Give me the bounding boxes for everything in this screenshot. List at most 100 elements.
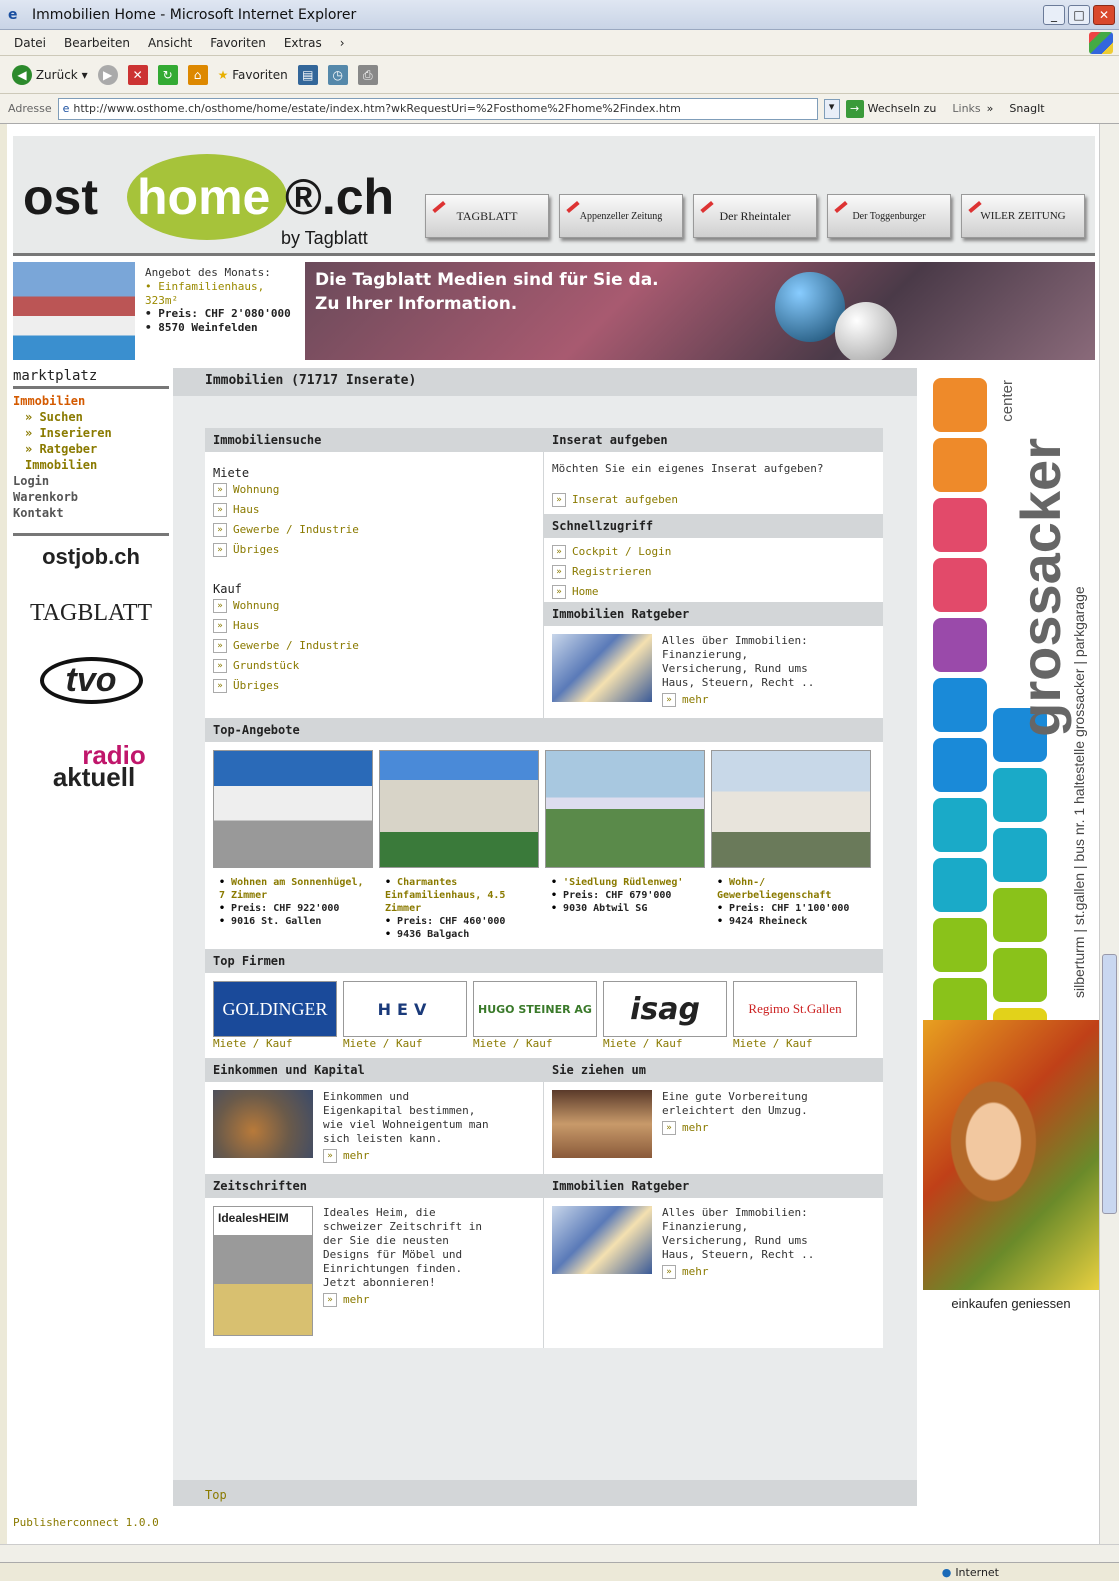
back-button[interactable]: ◀ Zurück ▾ xyxy=(12,64,88,85)
eink-more-link[interactable]: » mehr xyxy=(323,1146,493,1166)
magazine-cover[interactable]: IdealesHEIM xyxy=(213,1206,313,1336)
coins-image[interactable] xyxy=(213,1090,313,1158)
links-label[interactable]: Links xyxy=(952,102,980,115)
kauf-grundstueck-link[interactable]: » Grundstück xyxy=(205,656,543,676)
menu-favoriten[interactable]: Favoriten xyxy=(210,36,266,50)
cockpit-login-link[interactable]: » Cockpit / Login xyxy=(544,542,883,562)
inserat-link[interactable]: » Inserat aufgeben xyxy=(544,490,883,514)
media-icon[interactable]: ▤ xyxy=(297,64,318,85)
favorites-button[interactable]: ★ Favoriten xyxy=(218,68,288,82)
menu-overflow-icon[interactable]: › xyxy=(340,36,345,50)
tagblatt-logo[interactable]: TAGBLATT xyxy=(13,600,169,627)
firm-isag[interactable]: isag Miete / Kauf xyxy=(603,981,727,1050)
paper-appenzeller[interactable]: Appenzeller Zeitung xyxy=(559,194,683,238)
firm-goldinger[interactable]: GOLDINGER Miete / Kauf xyxy=(213,981,337,1050)
firm-regimo[interactable]: Regimo St.Gallen Miete / Kauf xyxy=(733,981,857,1050)
kauf-haus-link[interactable]: » Haus xyxy=(205,616,543,636)
offer-image[interactable] xyxy=(711,750,871,868)
paper-tagblatt[interactable]: TAGBLATT xyxy=(425,194,549,238)
nav-warenkorb[interactable]: Warenkorb xyxy=(13,489,169,505)
boxes-image[interactable] xyxy=(552,1090,652,1158)
tvo-logo[interactable]: tvo xyxy=(13,657,169,704)
menu-extras[interactable]: Extras xyxy=(284,36,322,50)
top-offer[interactable]: Wohnen am Sonnenhügel, 7 ZimmerPreis: CH… xyxy=(213,750,373,941)
miete-uebriges-link[interactable]: » Übriges xyxy=(205,540,543,560)
kauf-uebriges-link[interactable]: » Übriges xyxy=(205,676,543,696)
miete-wohnung-link[interactable]: » Wohnung xyxy=(205,480,543,500)
ratgeber-image[interactable] xyxy=(552,634,652,702)
chevron-right-icon[interactable]: » xyxy=(987,102,994,115)
offer-image[interactable] xyxy=(545,750,705,868)
go-button[interactable]: → Wechseln zu xyxy=(845,99,936,118)
firm-logo[interactable]: GOLDINGER xyxy=(213,981,337,1037)
firm-logo[interactable]: HEV xyxy=(343,981,467,1037)
miete-gewerbe-link[interactable]: » Gewerbe / Industrie xyxy=(205,520,543,540)
print-icon[interactable]: ⎙ xyxy=(357,64,378,85)
scroll-thumb[interactable] xyxy=(1102,954,1117,1214)
top-offer[interactable]: 'Siedlung Rüdlenweg'Preis: CHF 679'00090… xyxy=(545,750,705,941)
firm-link[interactable]: Miete / Kauf xyxy=(473,1037,597,1050)
grossacker-ad[interactable]: center grossacker silberturm | st.gallen… xyxy=(923,368,1099,1328)
offer-title[interactable]: Charmantes Einfamilienhaus, 4.5 Zimmer xyxy=(385,876,539,915)
firm-logo[interactable]: HUGO STEINER AG xyxy=(473,981,597,1037)
ratgeber2-image[interactable] xyxy=(552,1206,652,1274)
ostjob-logo[interactable]: ostjob.ch xyxy=(13,544,169,570)
forward-icon[interactable]: ▶ xyxy=(97,64,118,85)
menu-bearbeiten[interactable]: Bearbeiten xyxy=(64,36,130,50)
nav-inserieren[interactable]: » Inserieren xyxy=(13,425,169,441)
vertical-scrollbar[interactable] xyxy=(1099,124,1119,1544)
offer-title[interactable]: 'Siedlung Rüdlenweg' xyxy=(551,876,705,889)
history-icon[interactable]: ◷ xyxy=(327,64,348,85)
offer-image[interactable] xyxy=(379,750,539,868)
umzug-more-link[interactable]: » mehr xyxy=(662,1118,822,1138)
minimize-button[interactable]: _ xyxy=(1043,5,1065,25)
ratgeber2-more-link[interactable]: » mehr xyxy=(662,1262,822,1282)
firm-link[interactable]: Miete / Kauf xyxy=(343,1037,467,1050)
nav-login[interactable]: Login xyxy=(13,473,169,489)
menu-ansicht[interactable]: Ansicht xyxy=(148,36,192,50)
close-button[interactable]: ✕ xyxy=(1093,5,1115,25)
zeit-more-link[interactable]: » mehr xyxy=(323,1290,493,1310)
address-input[interactable]: e http://www.osthome.ch/osthome/home/esta… xyxy=(57,97,818,120)
stop-icon[interactable]: ✕ xyxy=(127,64,148,85)
firm-link[interactable]: Miete / Kauf xyxy=(603,1037,727,1050)
horizontal-scrollbar[interactable] xyxy=(0,1544,1119,1562)
firm-link[interactable]: Miete / Kauf xyxy=(733,1037,857,1050)
paper-toggenburger[interactable]: Der Toggenburger xyxy=(827,194,951,238)
firm-hugo-steiner[interactable]: HUGO STEINER AG Miete / Kauf xyxy=(473,981,597,1050)
home-icon[interactable]: ⌂ xyxy=(187,64,208,85)
offer-title[interactable]: Wohn-/ Gewerbeliegenschaft xyxy=(717,876,871,902)
address-dropdown-icon[interactable]: ▾ xyxy=(823,98,840,119)
top-offer[interactable]: Wohn-/ GewerbeliegenschaftPreis: CHF 1'1… xyxy=(711,750,871,941)
registrieren-link[interactable]: » Registrieren xyxy=(544,562,883,582)
firm-hev[interactable]: HEV Miete / Kauf xyxy=(343,981,467,1050)
nav-suchen[interactable]: » Suchen xyxy=(13,409,169,425)
top-offer[interactable]: Charmantes Einfamilienhaus, 4.5 ZimmerPr… xyxy=(379,750,539,941)
kauf-gewerbe-link[interactable]: » Gewerbe / Industrie xyxy=(205,636,543,656)
miete-haus-link[interactable]: » Haus xyxy=(205,500,543,520)
maximize-button[interactable]: □ xyxy=(1068,5,1090,25)
paper-rheintaler[interactable]: Der Rheintaler xyxy=(693,194,817,238)
ratgeber-more-link[interactable]: » mehr xyxy=(662,690,822,710)
offer-image[interactable] xyxy=(213,750,373,868)
menu-datei[interactable]: Datei xyxy=(14,36,46,50)
home-link[interactable]: » Home xyxy=(544,582,883,602)
nav-kontakt[interactable]: Kontakt xyxy=(13,505,169,521)
tagblatt-banner[interactable]: Die Tagblatt Medien sind für Sie da. Zu … xyxy=(305,262,1095,360)
refresh-icon[interactable]: ↻ xyxy=(157,64,178,85)
firm-logo[interactable]: isag xyxy=(603,981,727,1037)
back-to-top-link[interactable]: Top xyxy=(205,1488,227,1502)
nav-immobilien[interactable]: Immobilien xyxy=(13,393,169,409)
offer-house-image[interactable] xyxy=(13,262,135,360)
firm-logo[interactable]: Regimo St.Gallen xyxy=(733,981,857,1037)
osthome-logo[interactable]: ost home ®.ch by Tagblatt xyxy=(23,146,394,248)
nav-ratgeber[interactable]: » Ratgeber Immobilien xyxy=(13,441,169,473)
offer-title[interactable]: Wohnen am Sonnenhügel, 7 Zimmer xyxy=(219,876,373,902)
snagit-button[interactable]: SnagIt xyxy=(1009,102,1044,115)
offer-of-month[interactable]: Angebot des Monats: • Einfamilienhaus, 3… xyxy=(139,262,301,360)
radio-aktuell-logo[interactable]: radio aktuell xyxy=(13,742,169,790)
arrow-icon: » xyxy=(552,545,566,559)
kauf-wohnung-link[interactable]: » Wohnung xyxy=(205,596,543,616)
firm-link[interactable]: Miete / Kauf xyxy=(213,1037,337,1050)
paper-wiler[interactable]: WILER ZEITUNG xyxy=(961,194,1085,238)
